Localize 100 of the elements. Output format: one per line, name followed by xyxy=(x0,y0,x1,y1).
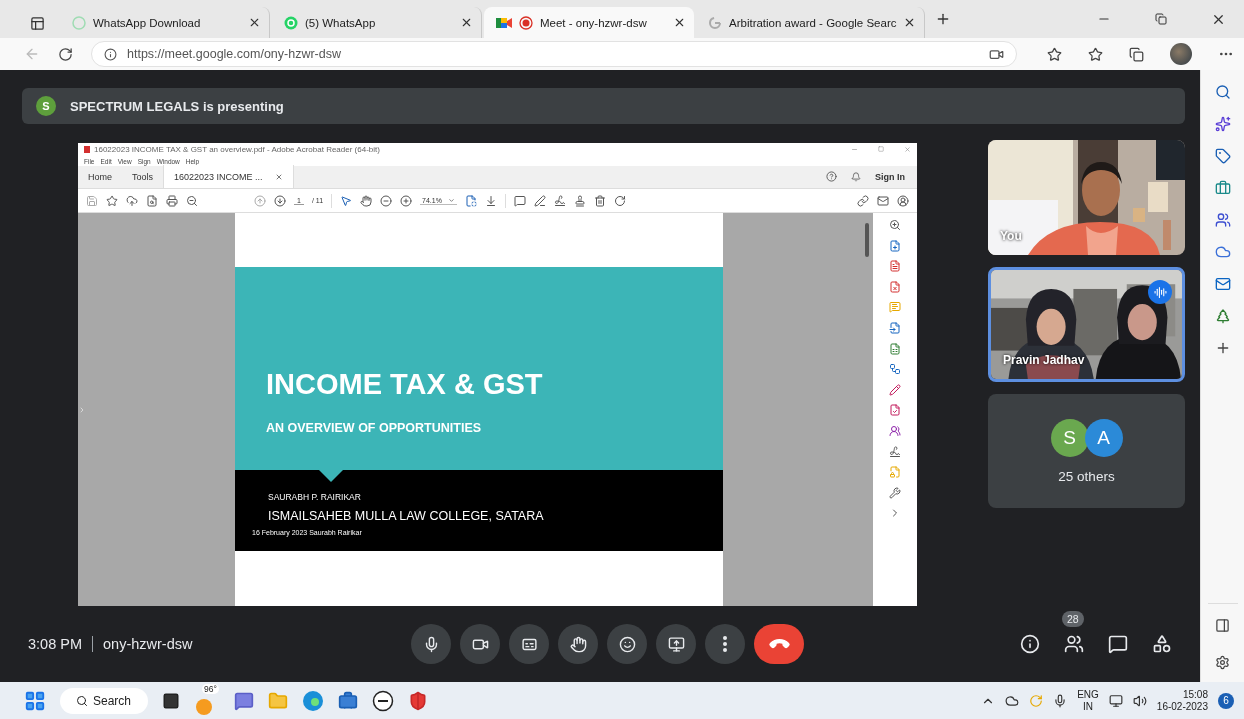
document-icon[interactable] xyxy=(889,260,901,273)
chat-button[interactable] xyxy=(1107,633,1129,655)
temperature: 96° xyxy=(202,684,219,694)
reload-icon[interactable] xyxy=(58,46,73,62)
file-x-icon[interactable] xyxy=(889,280,901,293)
briefcase-icon[interactable] xyxy=(1214,180,1231,196)
signature-icon[interactable] xyxy=(553,194,566,207)
present-button[interactable] xyxy=(656,624,696,664)
profile-avatar[interactable] xyxy=(1170,43,1192,65)
scroll-mode-icon[interactable] xyxy=(484,194,497,207)
pen-icon[interactable] xyxy=(533,194,546,207)
rotate-icon[interactable] xyxy=(613,194,626,207)
smiley-icon xyxy=(618,635,636,653)
raise-hand-button[interactable] xyxy=(558,624,598,664)
tree-icon[interactable] xyxy=(1214,308,1231,324)
star-icon[interactable] xyxy=(106,194,118,207)
browser-app-icon[interactable] xyxy=(302,689,324,712)
search-field[interactable]: Search xyxy=(60,687,148,714)
restore-icon[interactable] xyxy=(1155,13,1167,25)
zoom-out-icon[interactable] xyxy=(186,194,198,207)
close-icon[interactable] xyxy=(673,16,686,29)
task-view-icon[interactable] xyxy=(162,691,180,710)
shield-icon[interactable] xyxy=(408,690,428,711)
file-arrow-icon[interactable] xyxy=(889,321,901,334)
leave-call-button[interactable] xyxy=(754,624,804,664)
link-icon[interactable] xyxy=(857,194,869,207)
stamp-icon[interactable] xyxy=(573,194,586,207)
favorites-icon[interactable] xyxy=(1088,46,1103,62)
users-icon[interactable] xyxy=(889,424,901,437)
chat-bubble-icon xyxy=(284,15,298,30)
tag-icon[interactable] xyxy=(1214,148,1231,164)
mail-icon[interactable] xyxy=(1214,276,1231,292)
document-tab[interactable]: Home xyxy=(78,165,122,188)
print-icon[interactable] xyxy=(166,194,178,207)
info-button[interactable] xyxy=(1019,633,1041,655)
clock[interactable]: 15:08 16-02-2023 xyxy=(1156,688,1208,713)
people-icon[interactable] xyxy=(1214,212,1231,228)
people-count: 28 xyxy=(1062,611,1084,627)
mail-icon[interactable] xyxy=(877,194,889,207)
next-page-icon[interactable] xyxy=(274,194,286,207)
sparkle-icon[interactable] xyxy=(1214,116,1231,132)
activities-button[interactable] xyxy=(1151,633,1173,655)
g-logo-icon xyxy=(708,15,722,30)
browser-tab[interactable]: Meet - ony-hzwr-dsw xyxy=(484,7,694,38)
close-icon[interactable] xyxy=(248,16,261,29)
pencil-icon[interactable] xyxy=(889,383,901,396)
document-tab[interactable]: 16022023 INCOME ... xyxy=(163,165,294,188)
trash-icon[interactable] xyxy=(593,194,606,207)
caret-icon xyxy=(447,196,455,204)
user-icon[interactable] xyxy=(897,194,909,207)
more-icon xyxy=(723,636,727,652)
participant-name: You xyxy=(1000,229,1022,243)
more-options-button[interactable] xyxy=(705,624,745,664)
signature-icon[interactable] xyxy=(889,445,901,458)
tab-actions-icon[interactable] xyxy=(29,15,45,31)
microphone-icon[interactable] xyxy=(1053,693,1068,708)
file-search-icon[interactable] xyxy=(146,194,158,207)
window-title: 16022023 INCOME TAX & GST an overview.pdf - Adobe Acrobat Reader (64-bit) xyxy=(94,145,380,154)
help-icon[interactable] xyxy=(826,171,837,182)
close-icon[interactable] xyxy=(460,16,473,29)
volume-icon[interactable] xyxy=(1132,693,1147,708)
notification-badge[interactable]: 6 xyxy=(1218,692,1234,709)
chat-app-icon[interactable] xyxy=(234,690,254,711)
scrollbar-thumb[interactable] xyxy=(865,223,869,257)
zoom-in-icon[interactable] xyxy=(400,194,413,207)
spreadsheet-icon[interactable] xyxy=(889,342,901,355)
flow-icon[interactable] xyxy=(889,363,901,376)
pointer-icon[interactable] xyxy=(340,194,353,207)
file-check-icon[interactable] xyxy=(889,404,901,417)
participant-avatar: A xyxy=(1084,418,1123,457)
upload-icon[interactable] xyxy=(126,194,138,207)
start-icon[interactable] xyxy=(24,689,46,712)
favorite-icon[interactable] xyxy=(1047,46,1062,62)
address-field[interactable]: https://meet.google.com/ony-hzwr-dsw xyxy=(91,41,1017,67)
cloud-icon[interactable] xyxy=(1005,693,1020,708)
hand-icon[interactable] xyxy=(360,194,373,207)
zoom-in-icon[interactable] xyxy=(889,219,901,231)
network-icon[interactable] xyxy=(1108,693,1123,708)
presenter-avatar: S xyxy=(36,96,56,116)
search-icon[interactable] xyxy=(1214,84,1231,100)
bell-icon[interactable] xyxy=(851,171,861,182)
settings-icon[interactable] xyxy=(1215,655,1230,670)
camera-button[interactable] xyxy=(460,624,500,664)
captions-button[interactable] xyxy=(509,624,549,664)
microphone-button[interactable] xyxy=(411,624,451,664)
zoom-out-icon[interactable] xyxy=(380,194,393,207)
site-info-icon[interactable] xyxy=(104,47,117,61)
file-plus-icon[interactable] xyxy=(889,239,901,252)
chat-bubble-icon xyxy=(72,15,86,30)
language-indicator[interactable]: ENG IN xyxy=(1077,688,1099,713)
slide-college: ISMAILSAHEB MULLA LAW COLLEGE, SATARA xyxy=(268,509,545,523)
fit-page-icon[interactable] xyxy=(464,194,477,207)
panel-icon[interactable] xyxy=(1215,618,1230,633)
collections-icon[interactable] xyxy=(1129,46,1144,62)
sign-in-link[interactable]: Sign In xyxy=(875,171,905,182)
document-tab[interactable]: Tools xyxy=(122,165,164,188)
comment-icon[interactable] xyxy=(513,194,526,207)
weather-icon[interactable]: 96° xyxy=(194,684,220,717)
wrench-icon[interactable] xyxy=(889,486,901,499)
reactions-button[interactable] xyxy=(607,624,647,664)
